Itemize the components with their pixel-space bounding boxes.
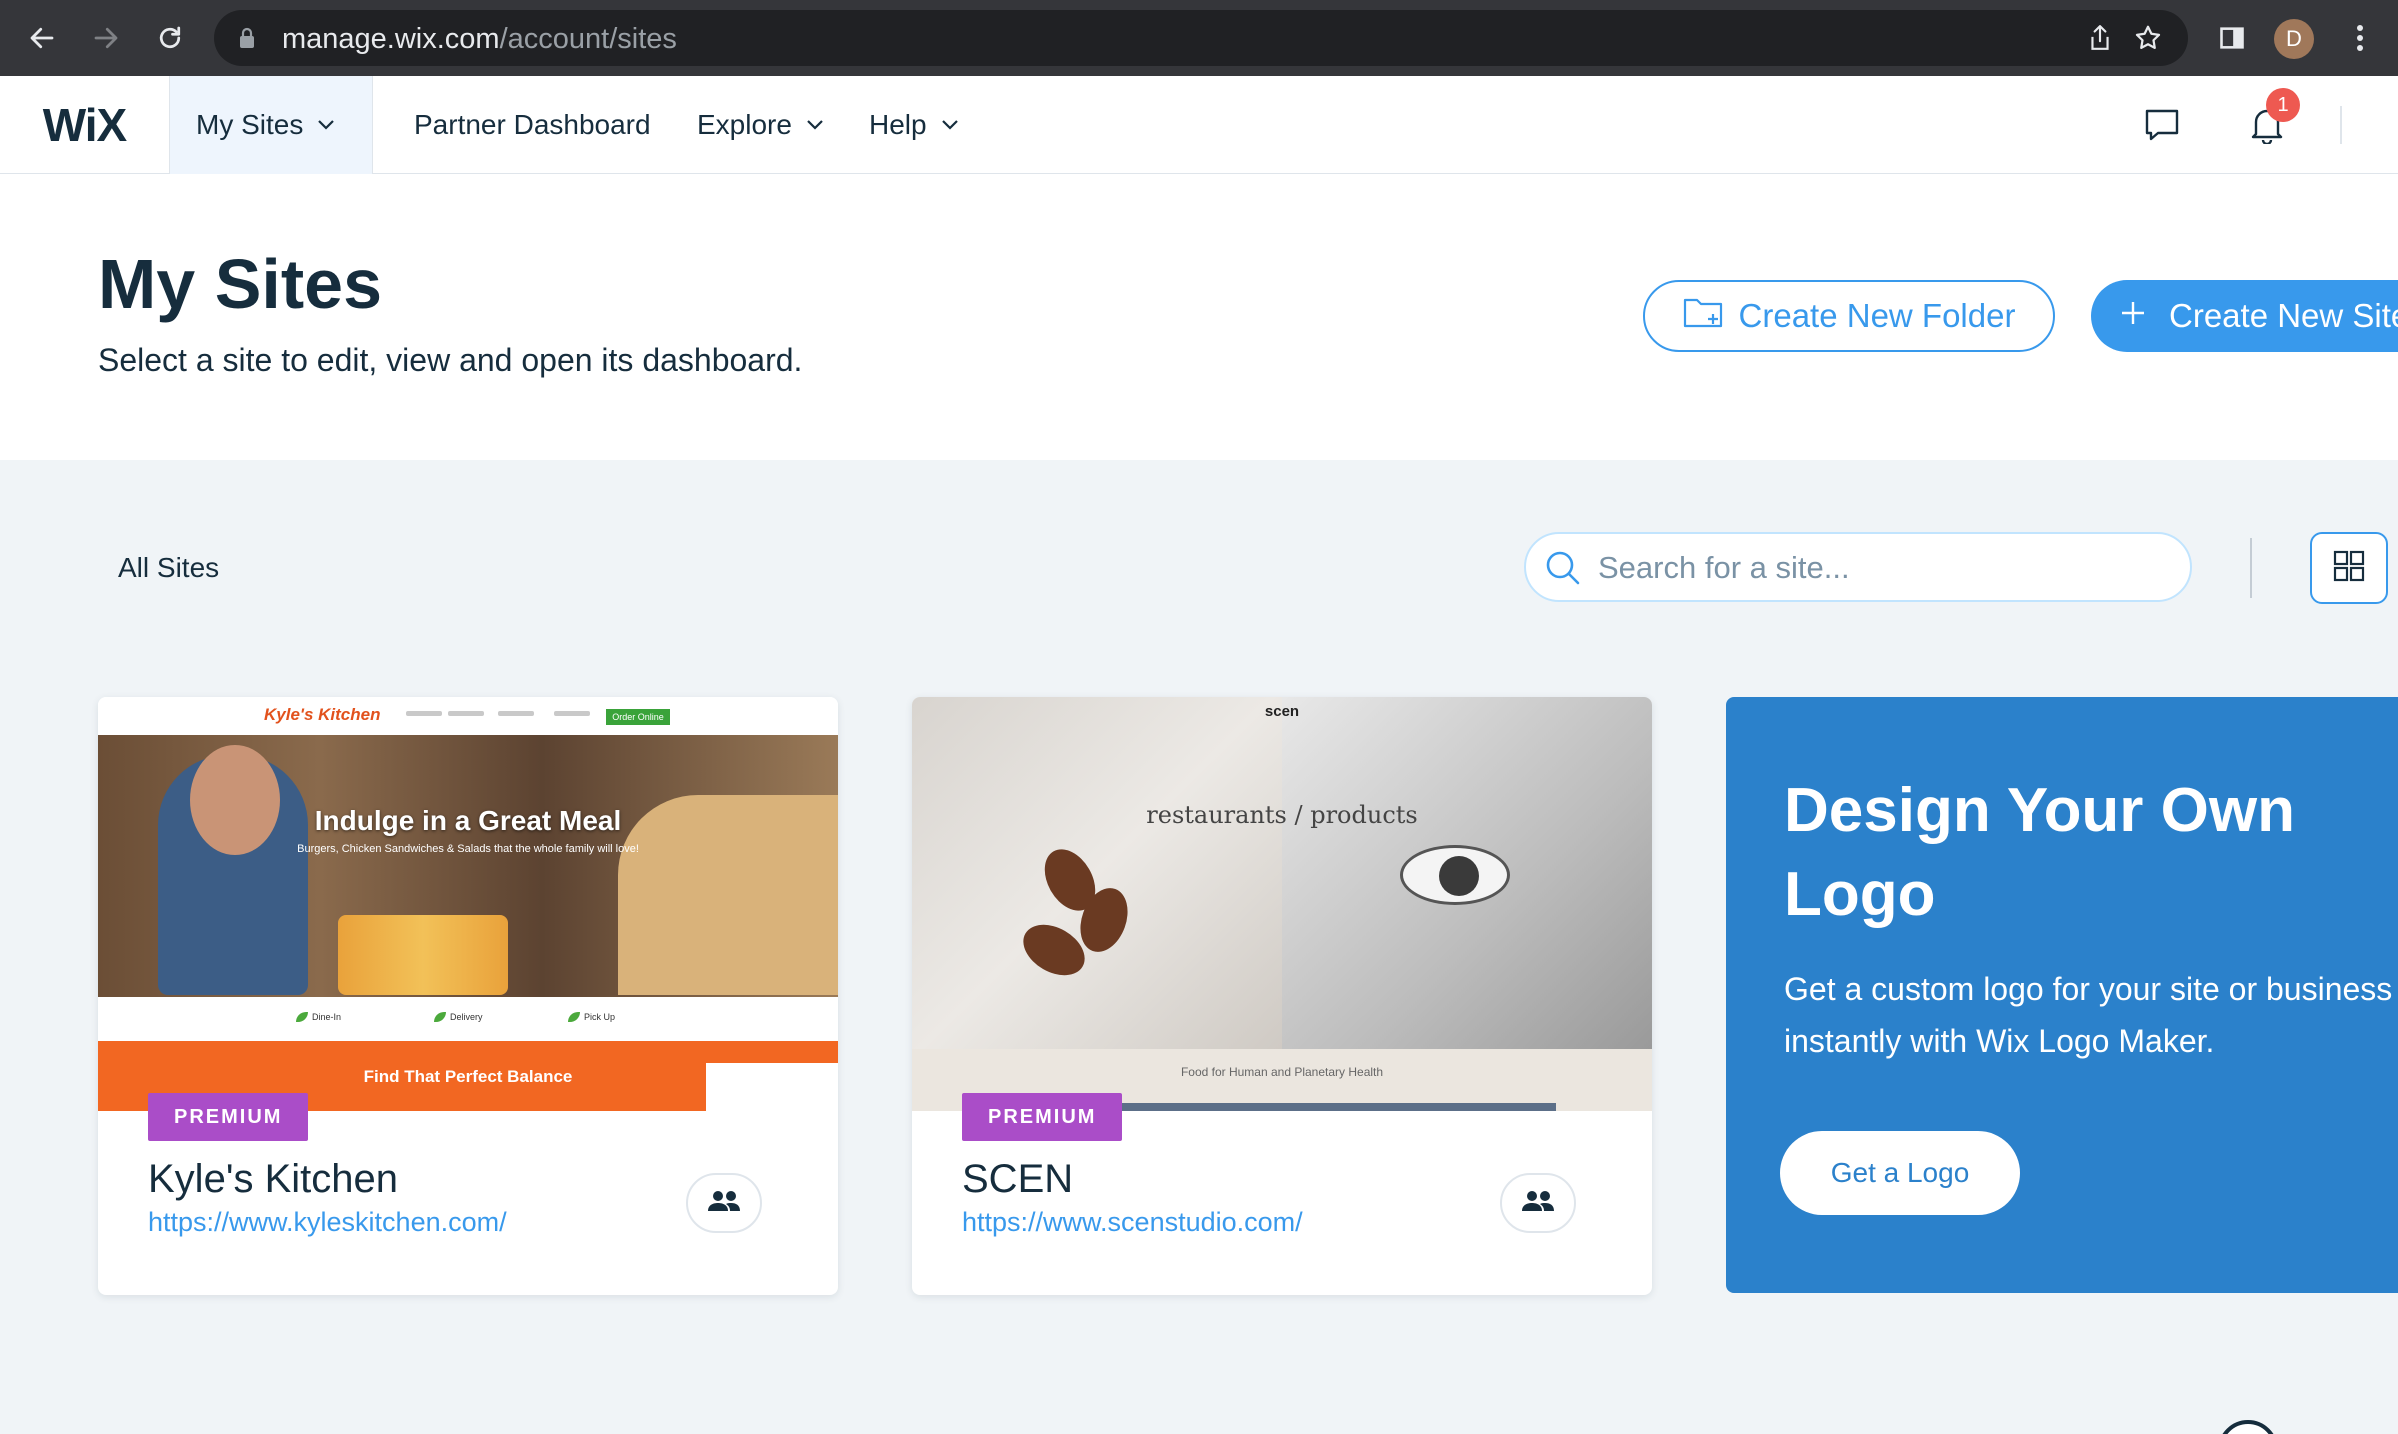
preview-services: Dine-In Delivery Pick Up [98, 997, 838, 1041]
create-new-folder-button[interactable]: Create New Folder [1643, 280, 2055, 352]
forward-icon[interactable] [82, 14, 130, 62]
share-icon[interactable] [2082, 20, 2118, 56]
site-card-scen[interactable]: scen restaurants / products Food for Hum… [912, 697, 1652, 1295]
grid-view-icon [2333, 550, 2365, 587]
nav-partner-dashboard[interactable]: Partner Dashboard [414, 76, 651, 174]
promo-title: Design Your Own Logo [1784, 776, 2295, 929]
nav-explore-label: Explore [697, 109, 792, 140]
preview-menu-item [448, 711, 484, 716]
browser-menu-icon[interactable] [2336, 14, 2384, 62]
create-new-site-label: Create New Site [2169, 297, 2398, 334]
people-icon [1520, 1189, 1556, 1218]
collaborators-button[interactable] [1500, 1173, 1576, 1233]
site-search[interactable] [1524, 532, 2192, 602]
site-card-kyles-kitchen[interactable]: Kyle's Kitchen Order Online Indulge in a… [98, 697, 838, 1295]
preview-eye-image [1400, 845, 1510, 905]
preview-service: Dine-In [296, 1011, 348, 1023]
preview-order-button: Order Online [606, 709, 670, 725]
site-thumbnail[interactable]: Kyle's Kitchen Order Online Indulge in a… [98, 697, 838, 1111]
preview-brand: Kyle's Kitchen [264, 705, 381, 724]
toolbar-divider [2250, 538, 2252, 598]
chevron-down-icon [941, 119, 959, 131]
site-thumbnail[interactable]: scen restaurants / products Food for Hum… [912, 697, 1652, 1111]
top-navigation: WiX My Sites Partner Dashboard Explore H… [0, 76, 2398, 174]
logo-maker-promo: Design Your Own Logo Get a custom logo f… [1726, 697, 2398, 1293]
preview-menu-item [406, 711, 442, 716]
all-sites-label[interactable]: All Sites [118, 552, 219, 584]
nav-divider [2340, 106, 2342, 144]
get-a-logo-button[interactable]: Get a Logo [1780, 1131, 2020, 1215]
preview-service: Delivery [434, 1011, 486, 1023]
folder-plus-icon [1683, 296, 1723, 336]
site-name[interactable]: SCEN [962, 1157, 1073, 1202]
premium-badge: PREMIUM [148, 1093, 309, 1141]
collaborators-button[interactable] [686, 1173, 762, 1233]
preview-menu-item [498, 711, 534, 716]
bookmark-star-icon[interactable] [2130, 20, 2166, 56]
chevron-down-icon [317, 119, 335, 131]
preview-header: Kyle's Kitchen Order Online [98, 697, 838, 735]
preview-headline: restaurants / products [1146, 801, 1418, 829]
side-panel-icon[interactable] [2208, 14, 2256, 62]
people-icon [706, 1189, 742, 1218]
reload-icon[interactable] [146, 14, 194, 62]
search-input[interactable] [1598, 548, 2158, 588]
site-name[interactable]: Kyle's Kitchen [148, 1157, 398, 1202]
create-new-folder-label: Create New Folder [1738, 297, 2016, 334]
preview-brand: scen [1264, 703, 1300, 720]
site-url-link[interactable]: https://www.kyleskitchen.com/ [148, 1207, 507, 1238]
lock-icon [238, 27, 256, 54]
page-header: My Sites Select a site to edit, view and… [0, 174, 2398, 460]
help-widget-button[interactable] [2218, 1420, 2278, 1434]
preview-service: Pick Up [568, 1011, 620, 1023]
address-bar[interactable]: manage.wix.com/account/sites [214, 10, 2188, 66]
promo-text: Get a custom logo for your site or busin… [1784, 971, 2393, 1059]
browser-toolbar: manage.wix.com/account/sites D [0, 0, 2398, 76]
profile-avatar[interactable]: D [2274, 19, 2314, 59]
grid-view-button[interactable] [2310, 532, 2388, 604]
preview-menu-item [554, 711, 590, 716]
back-icon[interactable] [18, 14, 66, 62]
page-title: My Sites [98, 245, 382, 323]
chevron-down-icon [806, 119, 824, 131]
wix-logo[interactable]: WiX [0, 76, 170, 174]
preview-headline: Indulge in a Great Meal [314, 805, 622, 836]
preview-strip-text: Food for Human and Planetary Health [1180, 1065, 1384, 1079]
search-icon [1544, 549, 1582, 592]
nav-explore[interactable]: Explore [697, 76, 824, 174]
site-url-link[interactable]: https://www.scenstudio.com/ [962, 1207, 1303, 1238]
chat-icon[interactable] [2138, 101, 2186, 149]
premium-badge: PREMIUM [962, 1093, 1123, 1141]
url-text: manage.wix.com/account/sites [282, 23, 677, 55]
preview-subtext: Burgers, Chicken Sandwiches & Salads tha… [297, 843, 639, 855]
nav-my-sites-label: My Sites [196, 109, 304, 140]
nav-help[interactable]: Help [869, 76, 959, 174]
page-subtitle: Select a site to edit, view and open its… [98, 342, 803, 378]
preview-hero-photo: Indulge in a Great Meal Burgers, Chicken… [98, 735, 838, 997]
nav-my-sites[interactable]: My Sites [170, 76, 373, 174]
create-new-site-button[interactable]: Create New Site [2091, 280, 2398, 352]
notification-badge: 1 [2266, 88, 2300, 122]
nav-help-label: Help [869, 109, 927, 140]
plus-icon [2119, 297, 2147, 335]
